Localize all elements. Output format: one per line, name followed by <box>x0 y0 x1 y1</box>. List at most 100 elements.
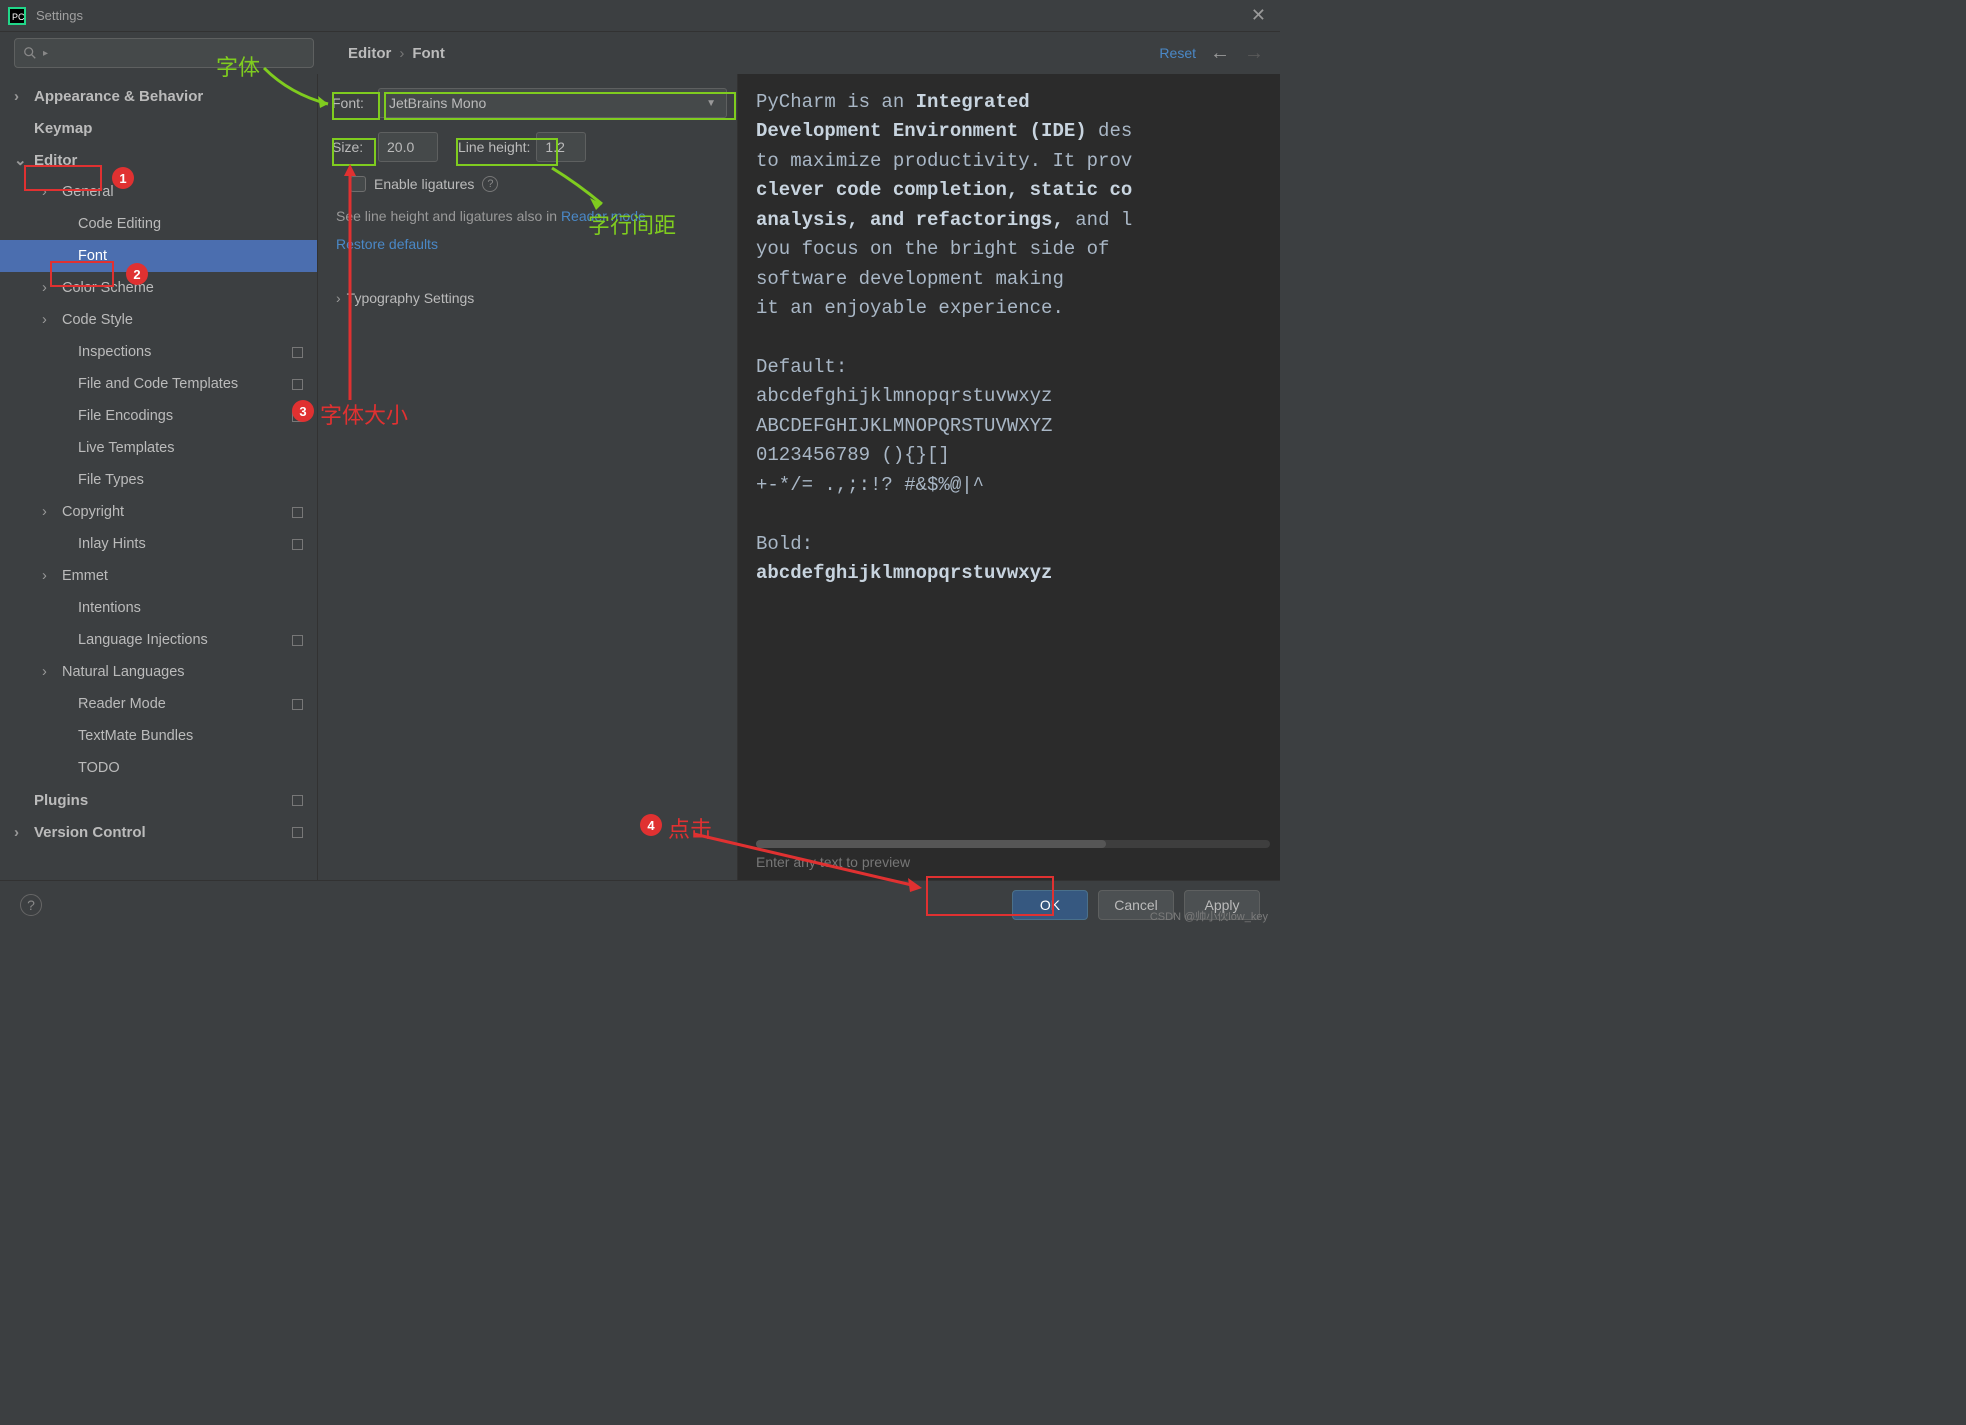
scope-indicator-icon <box>292 539 303 550</box>
tree-item-label: Color Scheme <box>62 280 154 296</box>
nav-back-icon[interactable]: ← <box>1210 42 1230 65</box>
search-input[interactable]: ▸ <box>14 38 314 68</box>
checkbox-icon <box>350 176 366 192</box>
size-label: Size: <box>332 139 372 155</box>
preview-text-input[interactable]: Enter any text to preview <box>756 852 910 874</box>
tree-item-label: Editor <box>34 152 77 169</box>
tree-item-live-templates[interactable]: Live Templates <box>0 432 317 464</box>
tree-item-natural-languages[interactable]: ›Natural Languages <box>0 656 317 688</box>
tree-item-copyright[interactable]: ›Copyright <box>0 496 317 528</box>
breadcrumb: Editor › Font <box>348 45 445 62</box>
tree-item-color-scheme[interactable]: ›Color Scheme <box>0 272 317 304</box>
tree-item-label: Copyright <box>62 504 124 520</box>
tree-item-label: Code Style <box>62 312 133 328</box>
chevron-right-icon: › <box>336 290 341 306</box>
font-settings-form: Font: JetBrains Mono ▼ Size: 20.0 Line h… <box>318 74 738 880</box>
chevron-icon: › <box>42 280 58 296</box>
font-combo[interactable]: JetBrains Mono ▼ <box>378 88 727 118</box>
chevron-icon: ⌄ <box>14 151 30 169</box>
tree-item-label: Emmet <box>62 568 108 584</box>
tree-item-label: TODO <box>78 760 120 776</box>
nav-forward-icon: → <box>1244 42 1264 65</box>
tree-item-label: Language Injections <box>78 632 208 648</box>
tree-item-label: TextMate Bundles <box>78 728 193 744</box>
tree-item-label: Version Control <box>34 824 146 841</box>
typography-settings-toggle[interactable]: › Typography Settings <box>332 290 727 306</box>
chevron-icon: › <box>42 184 58 200</box>
tree-item-inspections[interactable]: Inspections <box>0 336 317 368</box>
tree-item-version-control[interactable]: ›Version Control <box>0 816 317 848</box>
help-button[interactable]: ? <box>20 894 42 916</box>
tree-item-label: File and Code Templates <box>78 376 238 392</box>
scope-indicator-icon <box>292 411 303 422</box>
chevron-icon: › <box>42 568 58 584</box>
scope-indicator-icon <box>292 699 303 710</box>
scope-indicator-icon <box>292 795 303 806</box>
tree-item-keymap[interactable]: Keymap <box>0 112 317 144</box>
lineheight-input[interactable]: 1.2 <box>536 132 586 162</box>
chevron-icon: › <box>42 312 58 328</box>
help-icon[interactable]: ? <box>482 176 498 192</box>
size-input[interactable]: 20.0 <box>378 132 438 162</box>
ok-button[interactable]: OK <box>1012 890 1088 920</box>
tree-item-file-types[interactable]: File Types <box>0 464 317 496</box>
tree-item-label: File Encodings <box>78 408 173 424</box>
chevron-icon: › <box>42 664 58 680</box>
tree-item-label: Code Editing <box>78 216 161 232</box>
tree-item-label: Plugins <box>34 792 88 809</box>
filter-arrow-icon: ▸ <box>43 48 48 59</box>
tree-item-label: Font <box>78 248 107 264</box>
tree-item-general[interactable]: ›General <box>0 176 317 208</box>
tree-item-label: File Types <box>78 472 144 488</box>
scope-indicator-icon <box>292 379 303 390</box>
font-label: Font: <box>332 95 372 111</box>
tree-item-todo[interactable]: TODO <box>0 752 317 784</box>
tree-item-label: Inlay Hints <box>78 536 146 552</box>
chevron-icon: › <box>42 504 58 520</box>
chevron-right-icon: › <box>399 45 404 62</box>
tree-item-label: Reader Mode <box>78 696 166 712</box>
close-icon[interactable]: ✕ <box>1245 5 1272 26</box>
watermark: CSDN @帅小伙low_key <box>1150 908 1268 924</box>
chevron-icon: › <box>14 824 30 841</box>
tree-item-code-editing[interactable]: Code Editing <box>0 208 317 240</box>
tree-item-font[interactable]: Font <box>0 240 317 272</box>
tree-item-file-and-code-templates[interactable]: File and Code Templates <box>0 368 317 400</box>
reader-mode-link[interactable]: Reader mode <box>561 208 646 224</box>
tree-item-inlay-hints[interactable]: Inlay Hints <box>0 528 317 560</box>
reset-link[interactable]: Reset <box>1159 45 1196 61</box>
tree-item-textmate-bundles[interactable]: TextMate Bundles <box>0 720 317 752</box>
font-preview[interactable]: PyCharm is an Integrated Development Env… <box>738 74 1280 880</box>
tree-item-label: Intentions <box>78 600 141 616</box>
search-icon <box>23 46 37 60</box>
tree-item-label: Inspections <box>78 344 151 360</box>
pycharm-icon: PC <box>8 7 26 25</box>
lineheight-label: Line height: <box>458 139 530 155</box>
tree-item-appearance-behavior[interactable]: ›Appearance & Behavior <box>0 80 317 112</box>
tree-item-intentions[interactable]: Intentions <box>0 592 317 624</box>
tree-item-editor[interactable]: ⌄Editor <box>0 144 317 176</box>
scope-indicator-icon <box>292 635 303 646</box>
tree-item-language-injections[interactable]: Language Injections <box>0 624 317 656</box>
tree-item-label: Appearance & Behavior <box>34 88 203 105</box>
tree-item-label: Natural Languages <box>62 664 185 680</box>
reader-mode-hint: See line height and ligatures also in Re… <box>332 208 727 224</box>
tree-item-label: Keymap <box>34 120 92 137</box>
restore-defaults-link[interactable]: Restore defaults <box>332 236 438 252</box>
breadcrumb-root[interactable]: Editor <box>348 45 391 62</box>
tree-item-file-encodings[interactable]: File Encodings <box>0 400 317 432</box>
scope-indicator-icon <box>292 347 303 358</box>
scope-indicator-icon <box>292 827 303 838</box>
scope-indicator-icon <box>292 507 303 518</box>
window-title: Settings <box>36 8 83 23</box>
tree-item-emmet[interactable]: ›Emmet <box>0 560 317 592</box>
tree-item-plugins[interactable]: Plugins <box>0 784 317 816</box>
preview-scrollbar[interactable] <box>756 840 1270 848</box>
tree-item-code-style[interactable]: ›Code Style <box>0 304 317 336</box>
svg-text:PC: PC <box>12 12 25 22</box>
ligatures-checkbox[interactable]: Enable ligatures ? <box>350 176 727 192</box>
breadcrumb-leaf: Font <box>412 45 444 62</box>
chevron-icon: › <box>14 88 30 105</box>
tree-item-reader-mode[interactable]: Reader Mode <box>0 688 317 720</box>
settings-tree[interactable]: ›Appearance & BehaviorKeymap⌄Editor›Gene… <box>0 74 318 880</box>
